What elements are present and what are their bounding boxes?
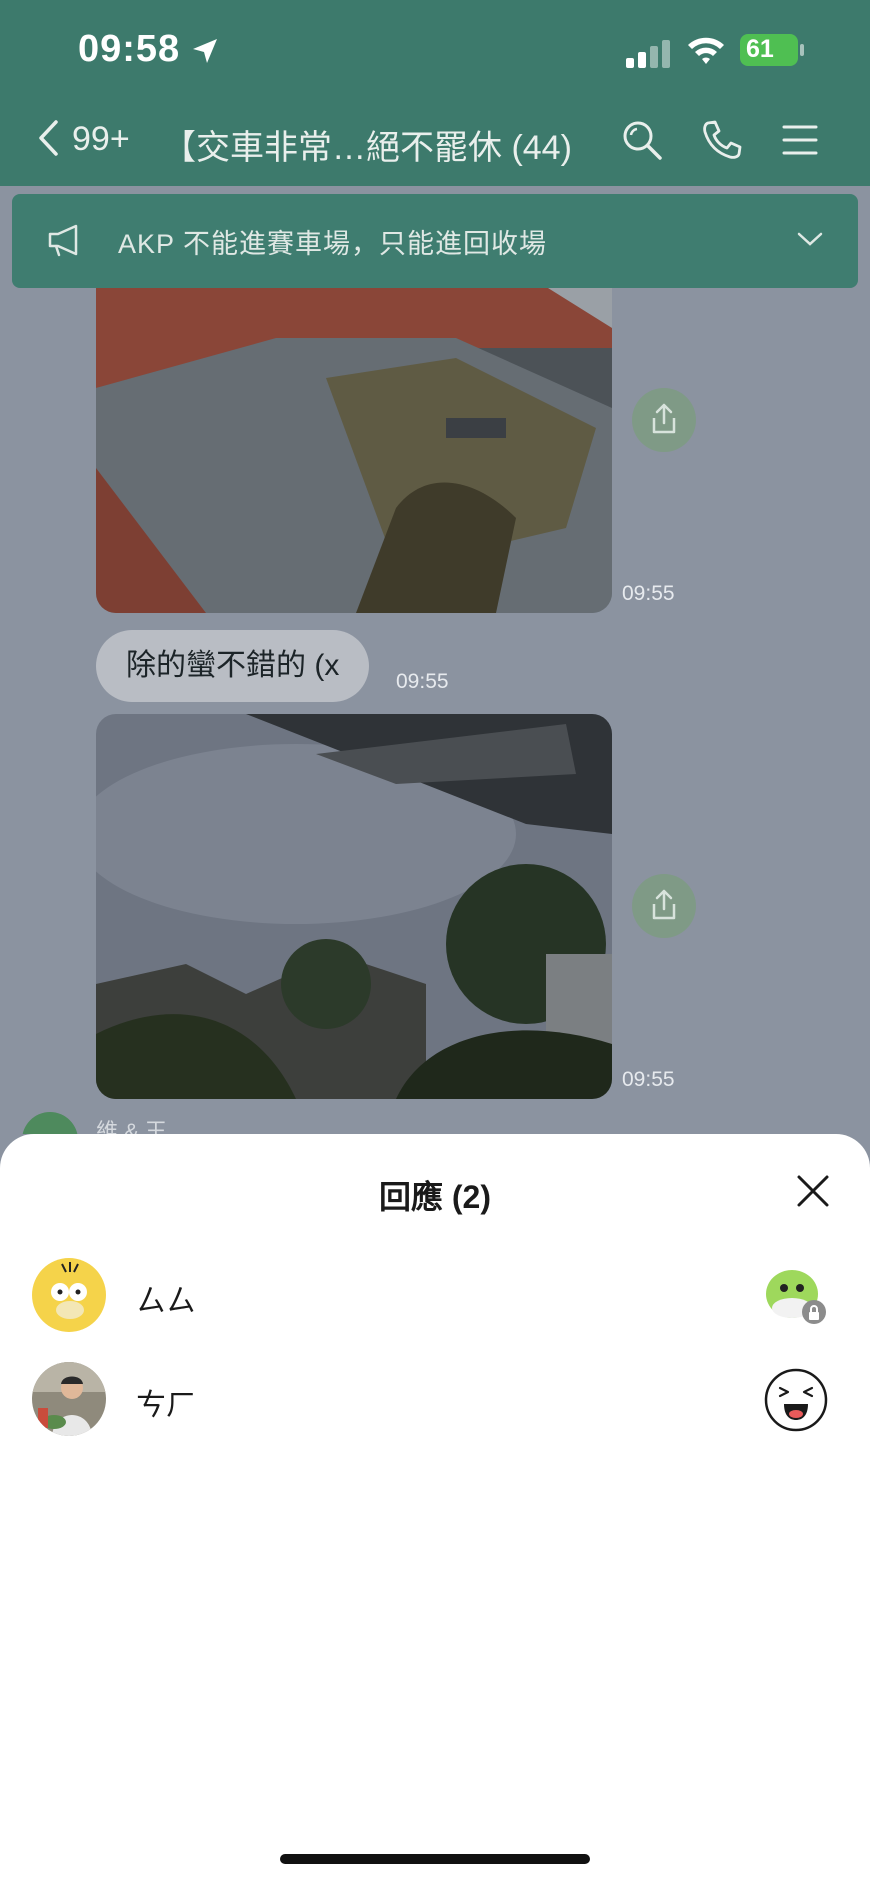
reaction-row[interactable]: ㄘㄏ (0, 1350, 870, 1450)
share-button[interactable] (632, 874, 696, 938)
megaphone-icon (48, 224, 78, 257)
wifi-icon (688, 37, 724, 64)
user-name: ㄙㄙ (136, 1285, 196, 1318)
close-icon[interactable] (796, 1174, 830, 1208)
image-message[interactable] (96, 714, 612, 1099)
laughing-face-icon[interactable] (760, 1364, 832, 1436)
image-message[interactable] (96, 288, 612, 613)
chat-area: 09:55 除的蠻不錯的 (x 09:55 09:55 維 & 王 (0, 288, 870, 1134)
psyduck-avatar-icon (32, 1258, 106, 1332)
home-indicator[interactable] (280, 1854, 590, 1864)
share-button[interactable] (632, 388, 696, 452)
green-creature-sticker-icon[interactable] (760, 1260, 832, 1332)
cellular-signal-icon (626, 40, 670, 68)
battery-level: 61 (746, 35, 774, 63)
message-time: 09:55 (622, 582, 675, 605)
announcement-banner[interactable]: AKP 不能進賽車場，只能進回收場 (12, 194, 858, 288)
message-time: 09:55 (396, 670, 449, 693)
reactions-sheet: 回應 (2) ㄙㄙ ㄘㄏ (0, 1134, 870, 1882)
location-arrow-icon (193, 39, 217, 63)
message-time: 09:55 (622, 1068, 675, 1091)
avatar[interactable] (32, 1258, 106, 1332)
announcement-text: AKP 不能進賽車場，只能進回收場 (118, 229, 548, 259)
reaction-row[interactable]: ㄙㄙ (0, 1246, 870, 1346)
text-message-bubble[interactable]: 除的蠻不錯的 (x (96, 630, 370, 702)
user-photo-avatar-icon (32, 1362, 106, 1436)
screen: 09:58 61 99+ 【交車非常…絕不罷休 (44) AKP 不能進賽車場，… (0, 0, 870, 1882)
phone-icon[interactable] (700, 118, 744, 162)
sender-avatar[interactable] (22, 1112, 78, 1134)
photo-car-windshield (96, 288, 612, 613)
share-icon (652, 403, 676, 434)
share-icon (652, 889, 676, 920)
user-name: ㄘㄏ (136, 1389, 196, 1422)
message-text: 除的蠻不錯的 (x (126, 649, 340, 682)
battery-indicator: 61 (740, 34, 804, 66)
chat-title[interactable]: 【交車非常…絕不罷休 (44) (162, 120, 572, 169)
search-icon[interactable] (620, 118, 664, 162)
status-time: 09:58 (78, 28, 181, 70)
photo-sky-trees (96, 714, 612, 1099)
unread-count[interactable]: 99+ (72, 120, 130, 159)
sender-name: 維 & 王 (96, 1119, 167, 1134)
back-chevron-icon[interactable] (36, 118, 60, 158)
chevron-down-icon[interactable] (796, 228, 824, 250)
sheet-title: 回應 (2) (378, 1179, 491, 1215)
menu-icon[interactable] (778, 118, 822, 162)
avatar[interactable] (32, 1362, 106, 1436)
battery-tip (800, 44, 804, 56)
top-bar: 09:58 61 99+ 【交車非常…絕不罷休 (44) (0, 0, 870, 186)
